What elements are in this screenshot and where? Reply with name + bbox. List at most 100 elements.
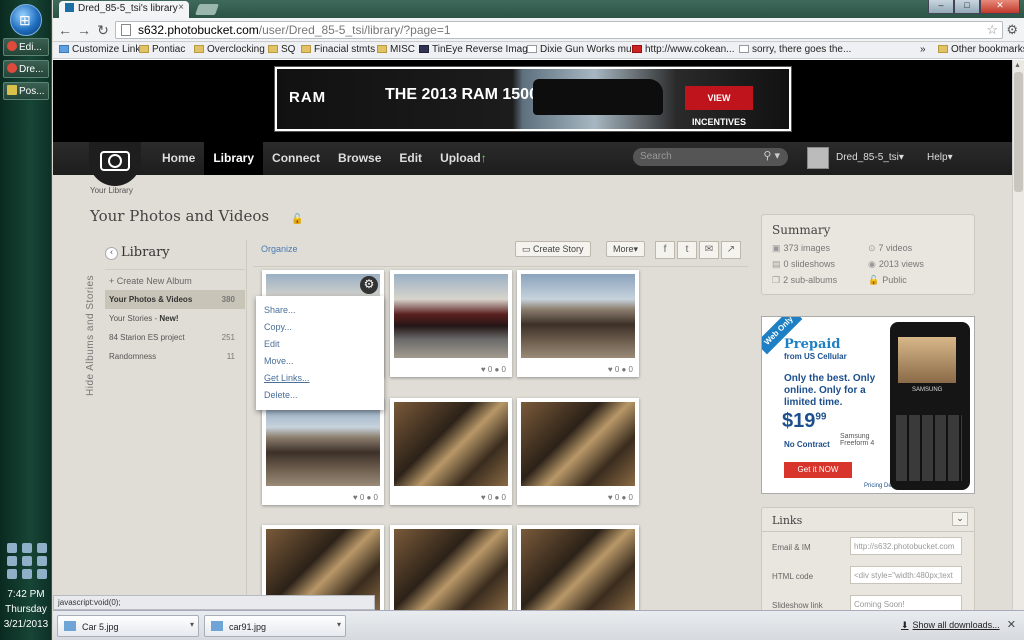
taskbar-item-chrome-2[interactable]: Dre...: [3, 60, 49, 78]
minimize-button[interactable]: –: [928, 0, 954, 14]
reload-icon[interactable]: ↻: [95, 22, 111, 39]
page-scrollbar[interactable]: ▲: [1012, 60, 1024, 610]
taskbar-item-app-3[interactable]: Pos...: [3, 82, 49, 100]
bookmark-dixie-gun-works[interactable]: Dixie Gun Works mu...: [527, 44, 640, 55]
system-clock[interactable]: 7:42 PM Thursday 3/21/2013: [2, 587, 50, 632]
search-icon[interactable]: ⚲ ▾: [763, 149, 780, 162]
power-icon[interactable]: [22, 569, 32, 579]
photo-thumbnail[interactable]: ♥ 0 ● 0: [262, 398, 384, 505]
chevron-down-icon[interactable]: ▾: [190, 620, 194, 629]
nav-browse[interactable]: Browse: [329, 142, 390, 175]
bookmark-sorry[interactable]: sorry, there goes the...: [739, 44, 851, 55]
facebook-share-icon[interactable]: f: [655, 241, 675, 259]
menu-delete[interactable]: Delete...: [264, 387, 376, 404]
create-new-album-link[interactable]: + Create New Album: [105, 269, 245, 290]
new-tab-button[interactable]: [194, 4, 220, 15]
bookmarks-overflow[interactable]: »: [920, 44, 926, 55]
bookmark-folder-sq[interactable]: SQ: [268, 44, 295, 55]
chevron-left-icon[interactable]: ‹: [105, 247, 118, 260]
nav-connect[interactable]: Connect: [263, 142, 329, 175]
photo-thumbnail[interactable]: ♥ 0 ● 0: [517, 398, 639, 505]
view-incentives-button[interactable]: VIEW INCENTIVES: [685, 86, 753, 127]
maximize-button[interactable]: □: [954, 0, 980, 14]
tray-app-icon[interactable]: [37, 543, 47, 553]
create-story-button[interactable]: ▭ Create Story: [515, 241, 591, 257]
email-im-field[interactable]: http://s632.photobucket.com: [850, 537, 962, 555]
album-your-stories[interactable]: Your Stories - New!: [105, 309, 245, 328]
nav-upload[interactable]: Upload↑: [431, 142, 496, 175]
clock-day: Thursday: [5, 604, 47, 615]
windows-logo-icon: ⊞: [19, 12, 31, 28]
menu-edit[interactable]: Edit: [264, 336, 376, 353]
start-button[interactable]: ⊞: [10, 4, 42, 36]
album-your-photos[interactable]: Your Photos & Videos 380: [105, 290, 245, 309]
organize-link[interactable]: Organize: [261, 244, 298, 254]
browser-tab-active[interactable]: Dred_85-5_tsi's library ×: [59, 1, 189, 18]
bookmark-customize-links[interactable]: Customize Links: [59, 44, 145, 55]
hide-albums-toggle[interactable]: Hide Albums and Stories: [85, 270, 103, 400]
library-heading: ‹ Library: [105, 245, 245, 265]
menu-get-links[interactable]: Get Links...: [264, 370, 376, 387]
tray-app-icon[interactable]: [22, 556, 32, 566]
nav-home[interactable]: Home: [153, 142, 204, 175]
user-menu[interactable]: Dred_85-5_tsi▾: [836, 152, 904, 163]
tray-app-icon[interactable]: [37, 556, 47, 566]
menu-share[interactable]: Share...: [264, 302, 376, 319]
gear-icon[interactable]: ⚙: [360, 276, 378, 294]
bookmark-tineye[interactable]: TinEye Reverse Imag...: [419, 44, 536, 55]
bookmark-star-icon[interactable]: ☆: [986, 22, 998, 38]
more-button[interactable]: More▾: [606, 241, 646, 257]
photo-thumbnail[interactable]: [517, 525, 639, 610]
taskbar-item-chrome-1[interactable]: Edi...: [3, 38, 49, 56]
nav-library[interactable]: Library: [204, 142, 264, 175]
menu-copy[interactable]: Copy...: [264, 319, 376, 336]
us-cellular-ad[interactable]: Web Only Prepaid from US Cellular Only t…: [761, 316, 975, 494]
close-icon[interactable]: ✕: [1007, 618, 1016, 631]
help-menu[interactable]: Help▾: [927, 152, 953, 163]
chevron-down-icon[interactable]: ⌄: [952, 512, 968, 526]
bookmark-cokean[interactable]: http://www.cokean...: [632, 44, 735, 55]
photo-thumbnail[interactable]: ♥ 0 ● 0: [390, 270, 512, 377]
tray-app-icon[interactable]: [7, 556, 17, 566]
privacy-status[interactable]: 🔓 Public: [868, 275, 968, 286]
email-share-icon[interactable]: ✉: [699, 241, 719, 259]
photobucket-camera-logo[interactable]: [89, 142, 141, 186]
menu-move[interactable]: Move...: [264, 353, 376, 370]
user-avatar[interactable]: [807, 147, 829, 169]
scroll-thumb[interactable]: [1014, 72, 1023, 192]
download-item[interactable]: Car 5.jpg ▾: [57, 615, 199, 637]
album-84-starion[interactable]: 84 Starion ES project 251: [105, 328, 245, 347]
back-arrow-icon[interactable]: ←: [57, 22, 73, 38]
forward-arrow-icon[interactable]: →: [76, 22, 92, 38]
bookmark-folder-overclocking[interactable]: Overclocking: [194, 44, 265, 55]
eye-icon: ◉: [868, 259, 876, 269]
bookmark-folder-pontiac[interactable]: Pontiac: [139, 44, 185, 55]
photo-thumbnail[interactable]: ♥ 0 ● 0: [390, 398, 512, 505]
chevron-down-icon[interactable]: ▾: [337, 620, 341, 629]
bookmark-folder-misc[interactable]: MISC: [377, 44, 415, 55]
photo-thumbnail[interactable]: [390, 525, 512, 610]
show-all-downloads-link[interactable]: ⬇ Show all downloads...: [901, 620, 1000, 631]
other-bookmarks[interactable]: Other bookmarks: [938, 44, 1024, 55]
photo-thumbnail[interactable]: ♥ 0 ● 0: [517, 270, 639, 377]
slideshow-link-field[interactable]: Coming Soon!: [850, 595, 962, 610]
get-it-now-button[interactable]: Get it NOW: [784, 462, 852, 478]
network-icon[interactable]: [7, 543, 17, 553]
html-code-field[interactable]: <div style="width:480px;text: [850, 566, 962, 584]
export-share-icon[interactable]: ↗: [721, 241, 741, 259]
twitter-share-icon[interactable]: t: [677, 241, 697, 259]
action-center-icon[interactable]: [7, 569, 17, 579]
album-randomness[interactable]: Randomness 11: [105, 347, 245, 366]
download-item[interactable]: car91.jpg ▾: [204, 615, 346, 637]
ram-banner-ad[interactable]: RAM THE 2013 RAM 1500 VIEW INCENTIVES: [274, 66, 792, 132]
close-tab-icon[interactable]: ×: [178, 2, 184, 13]
volume-icon[interactable]: [37, 569, 47, 579]
bookmark-folder-finacial[interactable]: Finacial stmts: [301, 44, 375, 55]
search-input[interactable]: Search ⚲ ▾: [633, 148, 788, 166]
wrench-menu-icon[interactable]: ⚙: [1006, 22, 1018, 38]
tray-app-icon[interactable]: [22, 543, 32, 553]
address-bar[interactable]: s632.photobucket.com/user/Dred_85-5_tsi/…: [115, 21, 1003, 39]
breadcrumb[interactable]: Your Library: [90, 186, 133, 195]
close-window-button[interactable]: ✕: [980, 0, 1020, 14]
nav-edit[interactable]: Edit: [390, 142, 431, 175]
